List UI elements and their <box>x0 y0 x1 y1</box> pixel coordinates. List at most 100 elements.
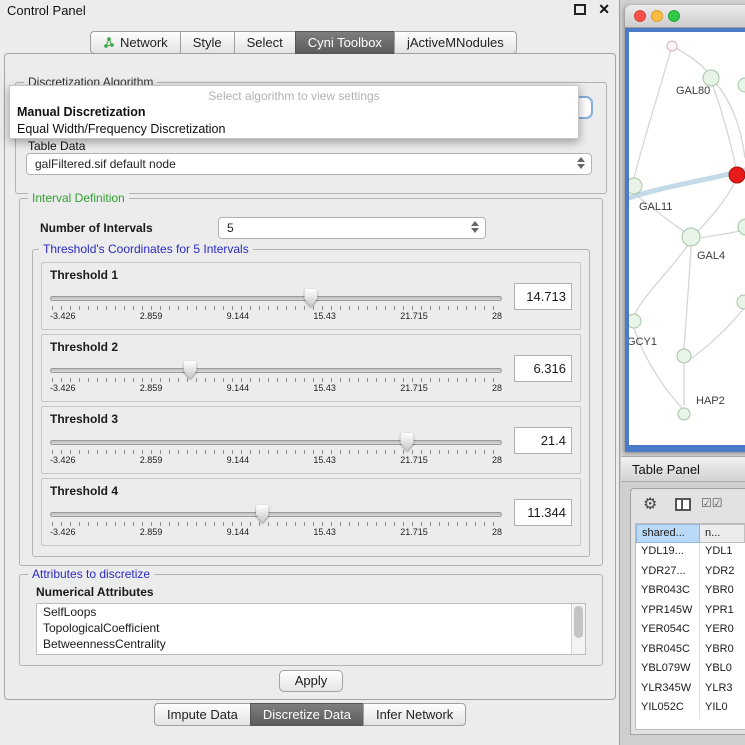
cell[interactable]: YPR145W <box>636 602 700 622</box>
cell[interactable]: YER054C <box>636 621 700 641</box>
close-icon[interactable]: ✕ <box>598 1 610 18</box>
algorithm-placeholder-item[interactable]: Select algorithm to view settings <box>10 86 578 104</box>
cell[interactable]: YLR345W <box>636 680 700 700</box>
slider-track[interactable] <box>50 440 502 445</box>
network-node[interactable] <box>738 219 745 235</box>
column-header-shared-name[interactable]: shared... <box>636 524 700 543</box>
network-node[interactable] <box>738 78 745 92</box>
cell[interactable]: YDR27... <box>636 563 700 583</box>
tab-style[interactable]: Style <box>180 31 235 54</box>
slider-thumb[interactable] <box>184 361 197 379</box>
table-row[interactable]: YIL052CYIL0 <box>636 699 745 719</box>
list-item[interactable]: TopologicalCoefficient <box>37 620 585 636</box>
threshold-4-slider[interactable]: -3.426 2.859 9.144 15.43 21.715 28 <box>50 503 502 545</box>
column-header-name[interactable]: n... <box>700 524 745 543</box>
float-window-icon[interactable] <box>574 4 586 15</box>
table-row[interactable]: YBR043CYBR0 <box>636 582 745 602</box>
tick-label: 21.715 <box>400 311 428 321</box>
tab-jactivemnodules[interactable]: jActiveMNodules <box>394 31 517 54</box>
threshold-1-value-field[interactable]: 14.713 <box>514 283 572 310</box>
slider-thumb[interactable] <box>304 289 317 307</box>
interval-definition-group: Interval Definition Number of Intervals … <box>19 198 603 566</box>
slider-thumb[interactable] <box>256 505 269 523</box>
cell[interactable]: YBL079W <box>636 660 700 680</box>
table-row[interactable]: YDL19...YDL1 <box>636 543 745 563</box>
network-node[interactable] <box>667 41 677 51</box>
columns-icon[interactable] <box>675 498 691 511</box>
threshold-4-value-field[interactable]: 11.344 <box>514 499 572 526</box>
tab-label: Cyni Toolbox <box>308 35 382 50</box>
table-row[interactable]: YLR345WYLR3 <box>636 680 745 700</box>
cell[interactable]: YBL0 <box>700 660 745 680</box>
cell[interactable]: YBR0 <box>700 582 745 602</box>
checkbox-icons[interactable]: ☑☑ <box>701 496 723 510</box>
table-row[interactable]: YBL079WYBL0 <box>636 660 745 680</box>
mac-minimize-icon[interactable] <box>651 10 663 22</box>
cell[interactable]: YBR045C <box>636 641 700 661</box>
tab-impute-data[interactable]: Impute Data <box>154 703 251 726</box>
gear-icon[interactable]: ⚙ <box>643 494 657 514</box>
mac-zoom-icon[interactable] <box>668 10 680 22</box>
network-node[interactable] <box>629 178 642 194</box>
tab-network[interactable]: Network <box>90 31 181 54</box>
cell[interactable]: YDL1 <box>700 543 745 563</box>
table-panel-title: Table Panel <box>632 462 700 477</box>
cell[interactable]: YBR0 <box>700 641 745 661</box>
table-row[interactable]: YER054CYER0 <box>636 621 745 641</box>
threshold-2-slider[interactable]: -3.426 2.859 9.144 15.43 21.715 28 <box>50 359 502 401</box>
tick-label: 9.144 <box>227 383 250 393</box>
cell[interactable]: YBR043C <box>636 582 700 602</box>
table-row[interactable]: YPR145WYPR1 <box>636 602 745 622</box>
window-title: Control Panel <box>7 3 86 18</box>
network-node[interactable] <box>678 408 690 420</box>
tab-label: Style <box>193 35 222 50</box>
network-node[interactable] <box>682 228 700 246</box>
network-node[interactable] <box>677 349 691 363</box>
slider-track[interactable] <box>50 512 502 517</box>
network-node[interactable] <box>703 70 719 86</box>
slider-track[interactable] <box>50 296 502 301</box>
number-of-intervals-combobox[interactable]: 5 <box>218 217 486 239</box>
cell[interactable]: YDL19... <box>636 543 700 563</box>
threshold-3-slider[interactable]: -3.426 2.859 9.144 15.43 21.715 28 <box>50 431 502 473</box>
mac-close-icon[interactable] <box>634 10 646 22</box>
cell[interactable]: YER0 <box>700 621 745 641</box>
cell[interactable]: YLR3 <box>700 680 745 700</box>
tab-discretize-data[interactable]: Discretize Data <box>250 703 364 726</box>
table-data-combobox[interactable]: galFiltered.sif default node <box>26 153 592 175</box>
table-row[interactable]: YDR27...YDR2 <box>636 563 745 583</box>
slider-ticks <box>52 306 500 310</box>
network-node-selected[interactable] <box>729 167 745 183</box>
network-canvas[interactable]: GAL80 GAL11 GAL4 GCY1 HAP2 <box>629 32 745 445</box>
threshold-1-slider[interactable]: -3.426 2.859 9.144 15.43 21.715 28 <box>50 287 502 329</box>
cell[interactable]: YIL0 <box>700 699 745 719</box>
network-window-titlebar[interactable] <box>625 5 745 28</box>
list-item[interactable]: SelfLoops <box>37 604 585 620</box>
scrollbar-thumb[interactable] <box>574 606 583 638</box>
numerical-attributes-list[interactable]: SelfLoops TopologicalCoefficient Between… <box>36 603 586 655</box>
cell[interactable]: YDR2 <box>700 563 745 583</box>
threshold-3-panel: Threshold 3 -3.426 2.859 9.144 15.43 21.… <box>41 406 581 474</box>
list-item[interactable]: BetweennessCentrality <box>37 636 585 652</box>
tab-cyni-toolbox[interactable]: Cyni Toolbox <box>295 31 395 54</box>
cell[interactable]: YIL052C <box>636 699 700 719</box>
threshold-2-value-field[interactable]: 6.316 <box>514 355 572 382</box>
table-row[interactable]: YBR045CYBR0 <box>636 641 745 661</box>
slider-thumb[interactable] <box>401 433 414 451</box>
cell[interactable]: YPR1 <box>700 602 745 622</box>
threshold-3-value-field[interactable]: 21.4 <box>514 427 572 454</box>
algorithm-option-manual-discretization[interactable]: Manual Discretization <box>10 104 578 121</box>
tab-infer-network[interactable]: Infer Network <box>363 703 466 726</box>
network-node[interactable] <box>737 295 745 309</box>
tick-label: -3.426 <box>50 383 76 393</box>
tick-label: 15.43 <box>313 311 336 321</box>
network-node[interactable] <box>629 314 641 328</box>
apply-button[interactable]: Apply <box>279 670 343 692</box>
node-label: GCY1 <box>629 336 657 348</box>
table-panel-titlebar[interactable]: Table Panel <box>621 456 745 482</box>
scrollbar[interactable] <box>571 604 585 654</box>
slider-track[interactable] <box>50 368 502 373</box>
tick-label: 15.43 <box>313 455 336 465</box>
algorithm-option-equal-width-frequency[interactable]: Equal Width/Frequency Discretization <box>10 121 578 138</box>
tab-select[interactable]: Select <box>234 31 296 54</box>
